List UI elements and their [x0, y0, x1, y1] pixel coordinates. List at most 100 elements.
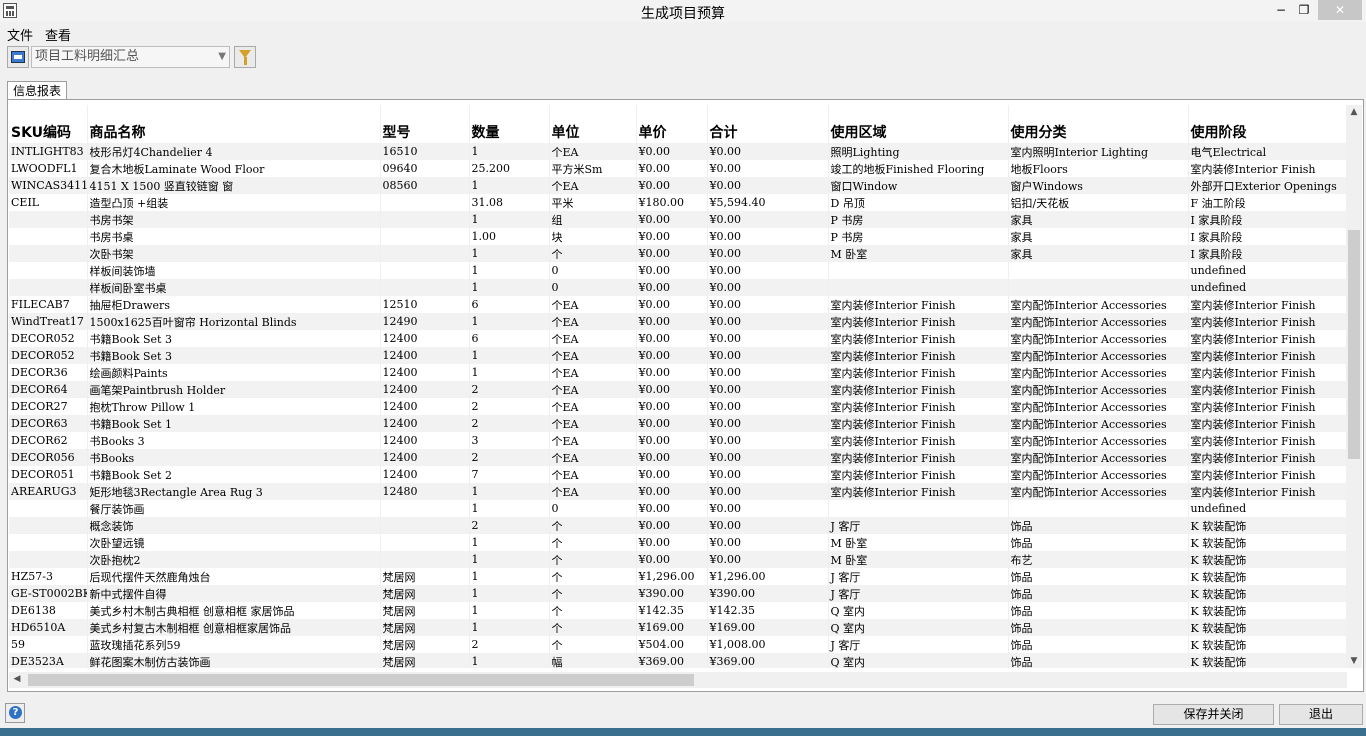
table-cell: 12480 [380, 483, 470, 500]
menu-file[interactable]: 文件 [7, 25, 33, 44]
table-cell: 室内装修Interior Finish [828, 347, 1009, 364]
table-row[interactable]: DECOR052 书籍Book Set 3 12400 6 个EA ¥0.00 ¥0.00 室… [9, 330, 1347, 347]
exit-button[interactable]: 退出 [1279, 704, 1363, 725]
horizontal-scroll-thumb[interactable] [28, 674, 694, 686]
table-cell: 12400 [380, 449, 470, 466]
table-cell: 矩形地毯3Rectangle Area Rug 3 [87, 483, 381, 500]
table-cell: J 客厅 [828, 585, 1009, 602]
column-header[interactable]: 单位 [549, 105, 637, 143]
table-row[interactable]: 书房书桌 1.00 块 ¥0.00 ¥0.00 P 书房 家具 I 家具阶段 [9, 228, 1347, 245]
table-cell: 个EA [549, 177, 637, 194]
report-type-select[interactable]: 项目工料明细汇总 ▼ [31, 46, 230, 68]
table-row[interactable]: LWOODFL1 复合木地板Laminate Wood Floor 09640 25.… [9, 160, 1347, 177]
table-row[interactable]: WINCAS3411 4151 X 1500 竖直铰链窗 窗 08560 1 个EA ¥0… [9, 177, 1347, 194]
column-header[interactable]: 使用区域 [828, 105, 1009, 143]
table-cell: 照明Lighting [828, 143, 1009, 160]
scroll-left-icon[interactable]: ◀ [9, 674, 25, 684]
table-row[interactable]: WindTreat17 1500x1625百叶窗帘 Horizontal Blin… [9, 313, 1347, 330]
table-row[interactable]: 书房书架 1 组 ¥0.00 ¥0.00 P 书房 家具 I 家具阶段 [9, 211, 1347, 228]
table-cell: DE3523A [9, 653, 88, 668]
report-table: SKU编码 商品名称 型号 数量 单位 单价 合计 使用区域 使用分类 使用阶段 INTLIGHT… [9, 105, 1347, 668]
table-cell: 窗户Windows [1008, 177, 1189, 194]
table-row[interactable]: DECOR36 绘画颜料Paints 12400 1 个EA ¥0.00 ¥0.00 室内装修… [9, 364, 1347, 381]
table-row[interactable]: DE6138 美式乡村木制古典相框 创意相框 家居饰品 梵居网 1 个 ¥142.35 ¥1… [9, 602, 1347, 619]
table-cell: 书籍Book Set 1 [87, 415, 381, 432]
maximize-button[interactable]: ❐ [1291, 0, 1317, 20]
table-cell: K 软装配饰 [1188, 534, 1347, 551]
table-row[interactable]: INTLIGHT83 枝形吊灯4Chandelier 4 16510 1 个EA ¥0.0… [9, 143, 1347, 160]
table-cell: INTLIGHT83 [9, 143, 88, 160]
table-cell: ¥0.00 [636, 177, 708, 194]
menu-view[interactable]: 查看 [45, 25, 71, 44]
close-button[interactable]: ✕ [1318, 0, 1362, 20]
table-cell: LWOODFL1 [9, 160, 88, 177]
save-and-close-button[interactable]: 保存并关闭 [1153, 704, 1274, 725]
column-header[interactable]: 型号 [380, 105, 470, 143]
table-cell: 个EA [549, 432, 637, 449]
table-cell: J 客厅 [828, 636, 1009, 653]
table-cell: 6 [469, 296, 550, 313]
table-row[interactable]: DECOR056 书Books 12400 2 个EA ¥0.00 ¥0.00 室内装修Int… [9, 449, 1347, 466]
table-row[interactable]: DECOR052 书籍Book Set 3 12400 1 个EA ¥0.00 ¥0.00 室… [9, 347, 1347, 364]
scroll-up-icon[interactable]: ▲ [1346, 107, 1362, 117]
table-row[interactable]: 样板间装饰墙 1 0 ¥0.00 ¥0.00 undefined [9, 262, 1347, 279]
table-cell: DECOR63 [9, 415, 88, 432]
table-row[interactable]: DECOR64 画笔架Paintbrush Holder 12400 2 个EA ¥0.0… [9, 381, 1347, 398]
horizontal-scrollbar[interactable]: ◀ [9, 672, 1347, 688]
table-row[interactable]: DECOR63 书籍Book Set 1 12400 2 个EA ¥0.00 ¥0.00 室内… [9, 415, 1347, 432]
column-header[interactable]: 使用阶段 [1188, 105, 1347, 143]
column-header[interactable]: 合计 [707, 105, 829, 143]
table-cell: P 书房 [828, 228, 1009, 245]
column-header[interactable]: 单价 [636, 105, 708, 143]
table-row[interactable]: HD6510A 美式乡村复古木制相框 创意相框家居饰品 梵居网 1 个 ¥169.00 ¥1… [9, 619, 1347, 636]
table-row[interactable]: GE-ST0002BK 新中式摆件自得 梵居网 1 个 ¥390.00 ¥390.00 J 客… [9, 585, 1347, 602]
tab-info-report[interactable]: 信息报表 [7, 81, 67, 100]
table-row[interactable]: FILECAB7 抽屉柜Drawers 12510 6 个EA ¥0.00 ¥0.00 室内装… [9, 296, 1347, 313]
table-row[interactable]: 次卧抱枕2 1 个 ¥0.00 ¥0.00 M 卧室 布艺 K 软装配饰 [9, 551, 1347, 568]
table-cell: I 家具阶段 [1188, 245, 1347, 262]
table-cell: 7 [469, 466, 550, 483]
vertical-scrollbar[interactable]: ▲ ▼ [1346, 105, 1362, 668]
table-cell: 12400 [380, 415, 470, 432]
table-cell: ¥0.00 [707, 432, 829, 449]
table-cell: 饰品 [1008, 653, 1189, 668]
column-header[interactable]: 数量 [469, 105, 550, 143]
table-cell [1008, 279, 1189, 296]
table-row[interactable]: DECOR27 抱枕Throw Pillow 1 12400 2 个EA ¥0.00 ¥0.… [9, 398, 1347, 415]
table-cell: ¥1,008.00 [707, 636, 829, 653]
table-row[interactable]: DE3523A 鲜花图案木制仿古装饰画 梵居网 1 幅 ¥369.00 ¥369.00 Q 室… [9, 653, 1347, 668]
scroll-down-icon[interactable]: ▼ [1346, 656, 1362, 666]
table-cell: 书房书桌 [87, 228, 381, 245]
table-cell: 书Books 3 [87, 432, 381, 449]
table-row[interactable]: DECOR62 书Books 3 12400 3 个EA ¥0.00 ¥0.00 室内装修In… [9, 432, 1347, 449]
table-cell: 室内装修Interior Finish [828, 466, 1009, 483]
table-row[interactable]: 次卧书架 1 个 ¥0.00 ¥0.00 M 卧室 家具 I 家具阶段 [9, 245, 1347, 262]
help-icon[interactable] [5, 703, 25, 723]
table-row[interactable]: CEIL 造型凸顶 +组装 31.08 平米 ¥180.00 ¥5,594.40 D 吊顶铝… [9, 194, 1347, 211]
table-cell: ¥0.00 [636, 330, 708, 347]
table-cell: 室内配饰Interior Accessories [1008, 449, 1189, 466]
table-row[interactable]: DECOR051 书籍Book Set 2 12400 7 个EA ¥0.00 ¥0.00 室… [9, 466, 1347, 483]
table-cell: K 软装配饰 [1188, 517, 1347, 534]
table-cell: ¥0.00 [707, 534, 829, 551]
column-header[interactable]: 使用分类 [1008, 105, 1189, 143]
table-row[interactable]: AREARUG3 矩形地毯3Rectangle Area Rug 3 12480 1 个… [9, 483, 1347, 500]
vertical-scroll-thumb[interactable] [1348, 230, 1360, 459]
table-cell: ¥504.00 [636, 636, 708, 653]
table-cell [380, 245, 470, 262]
report-panel: SKU编码 商品名称 型号 数量 单位 单价 合计 使用区域 使用分类 使用阶段 INTLIGHT… [7, 99, 1364, 692]
table-row[interactable]: 次卧望远镜 1 个 ¥0.00 ¥0.00 M 卧室 饰品 K 软装配饰 [9, 534, 1347, 551]
table-row[interactable]: 餐厅装饰画 1 0 ¥0.00 ¥0.00 undefined [9, 500, 1347, 517]
table-row[interactable]: 概念装饰 2 个 ¥0.00 ¥0.00 J 客厅 饰品 K 软装配饰 [9, 517, 1347, 534]
table-row[interactable]: 样板间卧室书桌 1 0 ¥0.00 ¥0.00 undefined [9, 279, 1347, 296]
print-button[interactable] [7, 46, 29, 68]
filter-button[interactable] [234, 46, 256, 68]
table-row[interactable]: 59 蓝玫瑰插花系列59 梵居网 2 个 ¥504.00 ¥1,008.00 J 客厅 饰品 K … [9, 636, 1347, 653]
table-cell: 美式乡村木制古典相框 创意相框 家居饰品 [87, 602, 381, 619]
column-header[interactable]: 商品名称 [87, 105, 381, 143]
table-cell: 布艺 [1008, 551, 1189, 568]
column-header[interactable]: SKU编码 [9, 105, 88, 143]
table-cell: 梵居网 [380, 585, 470, 602]
table-row[interactable]: HZ57-3 后现代摆件天然鹿角烛台 梵居网 1 个 ¥1,296.00 ¥1,296.00… [9, 568, 1347, 585]
table-cell [828, 500, 1009, 517]
